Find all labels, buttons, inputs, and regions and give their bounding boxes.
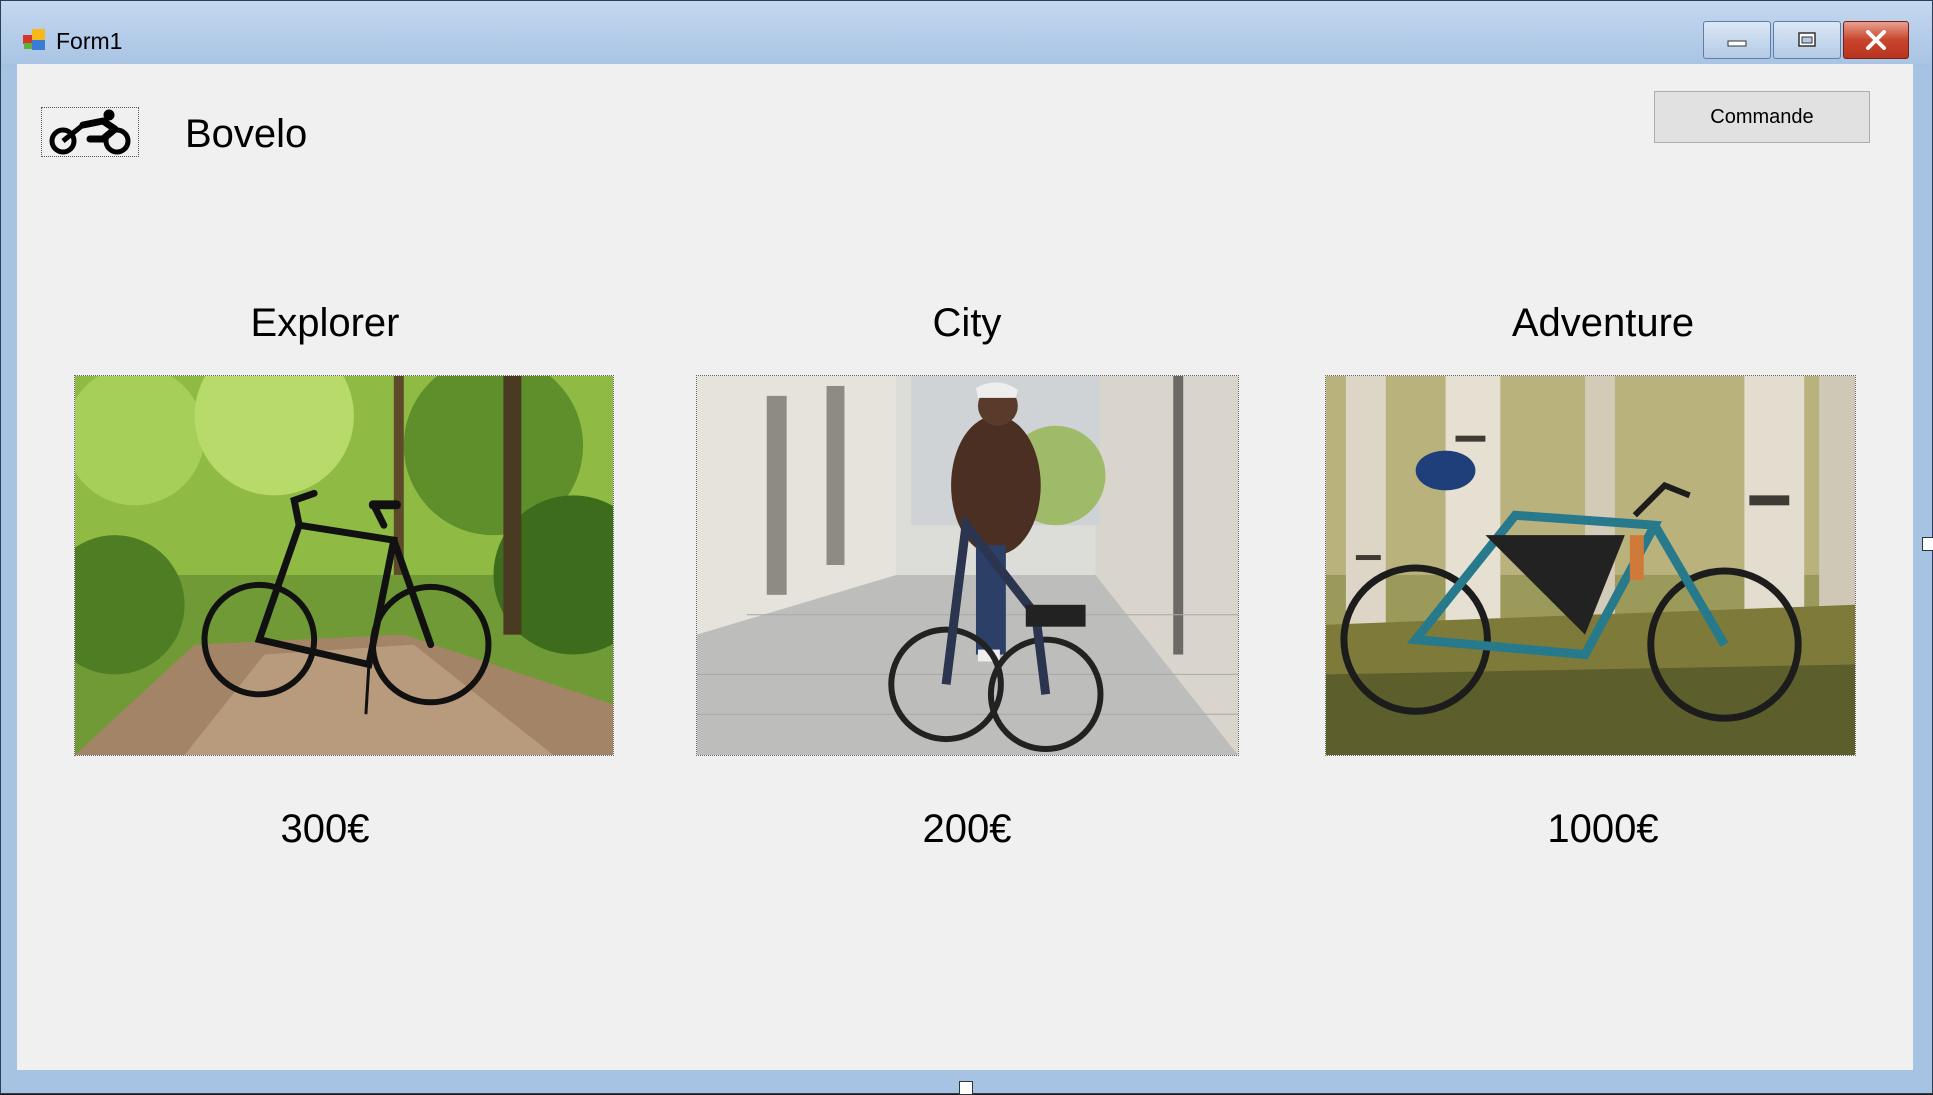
app-window: Form1 Bovelo Commande Explorer 300€ City… [0, 0, 1933, 1095]
logo-picturebox [41, 107, 139, 157]
product-image-adventure[interactable] [1325, 375, 1856, 756]
city-bike-photo [697, 376, 1238, 755]
forest-bike-photo [75, 376, 613, 755]
product-name-city: City [932, 301, 1002, 345]
brand-label: Bovelo [185, 112, 308, 156]
product-price-explorer: 300€ [280, 807, 370, 851]
gravel-bike-photo [1326, 376, 1855, 755]
product-price-city: 200€ [922, 807, 1012, 851]
maximize-icon [1798, 32, 1816, 47]
product-image-city[interactable] [696, 375, 1239, 756]
maximize-button[interactable] [1773, 21, 1841, 59]
close-button[interactable] [1843, 21, 1909, 59]
product-name-adventure: Adventure [1511, 301, 1695, 345]
minimize-icon [1727, 40, 1747, 47]
product-name-explorer: Explorer [250, 301, 400, 345]
product-image-explorer[interactable] [74, 375, 614, 756]
right-resize-grip[interactable] [1922, 537, 1933, 551]
cyclist-icon [49, 109, 131, 155]
bottom-resize-grip[interactable] [959, 1081, 973, 1095]
product-price-adventure: 1000€ [1547, 807, 1659, 851]
minimize-button[interactable] [1703, 21, 1771, 59]
form-client-area: Bovelo Commande Explorer 300€ City 200€ … [17, 64, 1913, 1070]
title-bar[interactable]: Form1 [1, 1, 1932, 64]
order-button[interactable]: Commande [1654, 91, 1870, 143]
app-icon [23, 29, 45, 50]
close-icon [1866, 30, 1886, 50]
window-title: Form1 [56, 28, 123, 54]
